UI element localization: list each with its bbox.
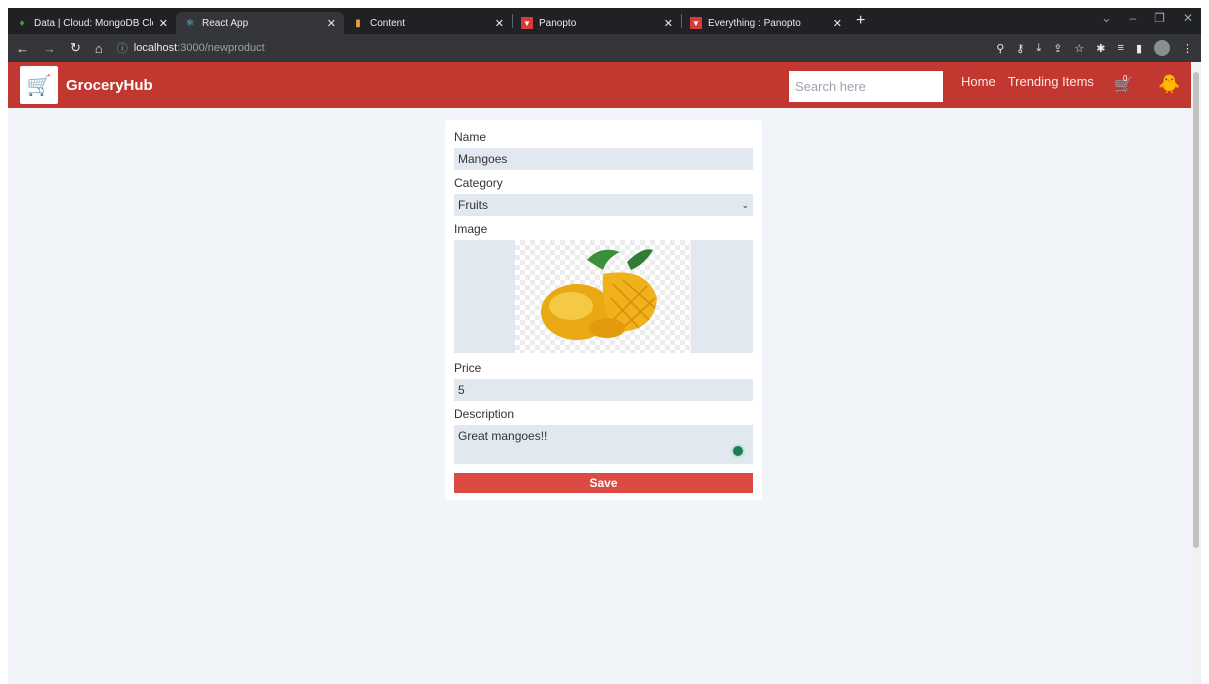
react-icon: ⚛: [185, 17, 195, 29]
name-label: Name: [454, 130, 487, 144]
scrollbar-thumb[interactable]: [1193, 72, 1199, 548]
browser-toolbar: ← → ↻ ⌂ ⓘ localhost :3000/newproduct ⚲ ⚷…: [8, 34, 1201, 62]
product-image-preview: [515, 240, 691, 353]
profile-avatar-icon[interactable]: [1154, 40, 1170, 56]
browser-tab-strip: ♦ Data | Cloud: MongoDB Cloud ✕ ⚛ React …: [8, 8, 1201, 34]
panopto-icon: ▼: [521, 17, 533, 29]
side-panel-icon[interactable]: ▮: [1136, 42, 1142, 55]
cart-count-badge: 0: [1123, 74, 1128, 83]
mango-image: [541, 249, 657, 340]
grocery-cart-logo-icon[interactable]: 🛒: [20, 66, 58, 104]
browser-tab-panopto[interactable]: ▼ Panopto ✕: [513, 12, 681, 34]
brand-name[interactable]: GroceryHub: [66, 77, 153, 94]
nav-trending-link[interactable]: Trending Items: [1008, 74, 1094, 89]
address-bar[interactable]: ⓘ localhost :3000/newproduct: [117, 40, 265, 56]
forward-arrow-icon[interactable]: →: [43, 41, 56, 56]
tab-title: Content: [370, 17, 406, 29]
description-textarea[interactable]: Great mangoes!!: [454, 425, 753, 464]
nav-home-link[interactable]: Home: [961, 74, 996, 89]
browser-tab-react-app[interactable]: ⚛ React App ✕: [176, 12, 344, 34]
close-icon[interactable]: ✕: [159, 17, 168, 30]
cart-icon[interactable]: 🛒 0: [1114, 74, 1133, 94]
browser-tab-mongodb[interactable]: ♦ Data | Cloud: MongoDB Cloud ✕: [8, 12, 176, 34]
home-icon[interactable]: ⌂: [95, 41, 103, 56]
window-controls: ⌄ – ❐ ✕: [1101, 11, 1193, 25]
image-label: Image: [454, 222, 488, 236]
grammarly-icon[interactable]: [731, 444, 745, 458]
category-label: Category: [454, 176, 503, 190]
share-icon[interactable]: ⇪: [1053, 42, 1062, 55]
url-path: :3000/newproduct: [177, 42, 265, 54]
browser-tab-everything-panopto[interactable]: ▼ Everything : Panopto ✕: [682, 12, 850, 34]
menu-kebab-icon[interactable]: ⋮: [1182, 42, 1193, 55]
price-label: Price: [454, 361, 482, 375]
chevron-down-icon: ⌄: [741, 199, 749, 210]
tab-title: React App: [202, 17, 249, 29]
new-product-form: Name Mangoes Category Fruits ⌄ Image Pri…: [445, 120, 762, 500]
image-upload-area[interactable]: [454, 240, 753, 353]
back-arrow-icon[interactable]: ←: [16, 41, 29, 56]
app-viewport: 🛒 GroceryHub Home Trending Items 🛒0 🐥 Na…: [8, 62, 1199, 684]
reload-icon[interactable]: ↻: [70, 40, 81, 56]
description-text: Great mangoes!!: [458, 429, 548, 443]
url-host: localhost: [133, 42, 178, 54]
minimize-icon[interactable]: –: [1129, 11, 1136, 25]
close-icon[interactable]: ✕: [664, 17, 673, 30]
close-icon[interactable]: ✕: [833, 17, 842, 30]
window-close-icon[interactable]: ✕: [1183, 11, 1193, 25]
name-input[interactable]: Mangoes: [454, 148, 753, 170]
install-icon[interactable]: ⤓: [1036, 42, 1041, 55]
close-icon[interactable]: ✕: [495, 17, 504, 30]
category-selected-value: Fruits: [458, 198, 488, 212]
tab-search-icon[interactable]: ⌄: [1101, 11, 1111, 25]
bookmark-star-icon[interactable]: ☆: [1074, 42, 1084, 55]
main-nav: Home Trending Items: [961, 74, 1094, 89]
search-input[interactable]: [789, 71, 943, 102]
mongodb-leaf-icon: ♦: [19, 17, 25, 29]
reading-list-icon[interactable]: ≡: [1118, 42, 1124, 54]
save-button[interactable]: Save: [454, 473, 753, 493]
restore-icon[interactable]: ❐: [1154, 11, 1165, 25]
tab-title: Everything : Panopto: [708, 17, 801, 29]
tab-title: Data | Cloud: MongoDB Cloud: [34, 17, 153, 29]
key-icon[interactable]: ⚷: [1016, 42, 1024, 55]
description-label: Description: [454, 407, 515, 421]
price-input[interactable]: 5: [454, 379, 753, 401]
tab-title: Panopto: [539, 17, 577, 29]
new-tab-icon[interactable]: +: [856, 12, 865, 30]
close-icon[interactable]: ✕: [327, 17, 336, 30]
bar-chart-icon: ▮: [355, 17, 361, 29]
info-icon[interactable]: ⓘ: [117, 40, 128, 56]
user-avatar-icon[interactable]: 🐥: [1158, 74, 1180, 95]
location-icon[interactable]: ⚲: [996, 42, 1004, 55]
browser-tools: ⚲ ⚷ ⤓ ⇪ ☆ ✱ ≡ ▮ ⋮: [996, 40, 1193, 56]
app-header: 🛒 GroceryHub Home Trending Items 🛒0 🐥: [8, 62, 1199, 108]
browser-tab-content[interactable]: ▮ Content ✕: [344, 12, 512, 34]
extensions-icon[interactable]: ✱: [1096, 42, 1105, 55]
panopto-icon: ▼: [690, 17, 702, 29]
page-scrollbar[interactable]: [1191, 62, 1201, 684]
category-select[interactable]: Fruits ⌄: [454, 194, 753, 216]
